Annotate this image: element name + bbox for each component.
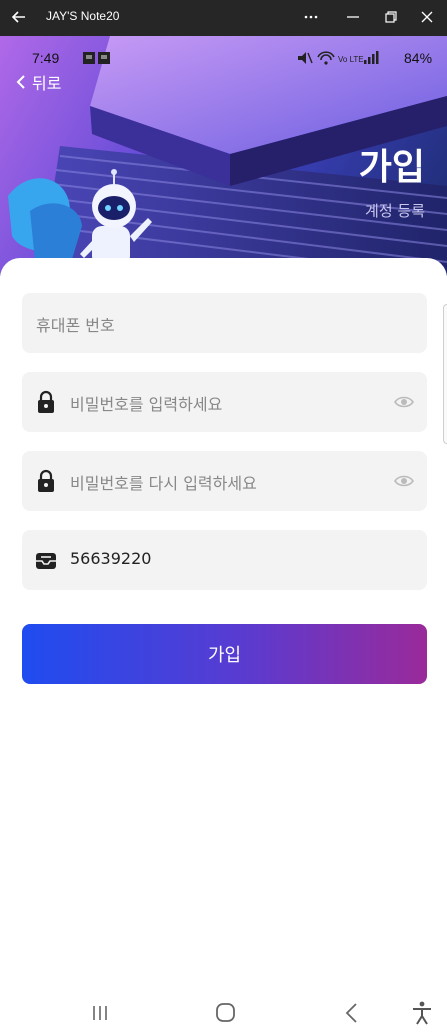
signup-button[interactable]: 가입	[22, 624, 427, 684]
svg-text:Vo LTE: Vo LTE	[338, 55, 364, 64]
lock-icon	[38, 469, 54, 492]
window-back-icon[interactable]	[8, 6, 30, 28]
status-time: 7:49	[32, 50, 60, 66]
lock-icon	[38, 390, 54, 413]
status-bar: 7:49 Vo LTE 84%	[0, 36, 447, 66]
eye-icon[interactable]	[393, 470, 415, 492]
invite-code-value: 56639220	[70, 549, 152, 568]
edge-panel-handle[interactable]	[443, 304, 447, 444]
close-icon[interactable]	[414, 4, 440, 30]
notification-icons	[83, 52, 110, 64]
battery-level: 84%	[404, 50, 433, 66]
recents-icon[interactable]	[86, 1000, 114, 1026]
system-nav-bar	[0, 990, 447, 1035]
inbox-icon	[36, 553, 56, 569]
confirm-password-placeholder: 비밀번호를 다시 입력하세요	[70, 474, 257, 493]
eye-icon[interactable]	[393, 391, 415, 413]
window-title: JAY'S Note20	[46, 9, 120, 23]
home-icon[interactable]	[211, 1000, 239, 1026]
more-icon[interactable]	[298, 4, 324, 30]
accessibility-icon[interactable]	[408, 1000, 436, 1026]
phone-field[interactable]: 휴대폰 번호	[22, 293, 427, 353]
page-subtitle: 계정 등록	[365, 202, 425, 220]
restore-icon[interactable]	[378, 4, 404, 30]
back-button[interactable]: 뒤로	[14, 70, 61, 94]
chevron-left-icon	[16, 75, 25, 89]
invite-code-field[interactable]: 56639220	[22, 530, 427, 590]
back-label: 뒤로	[32, 74, 62, 93]
window-title-bar: JAY'S Note20	[0, 0, 447, 36]
nav-back-icon[interactable]	[338, 1000, 366, 1026]
signal-icons: Vo LTE	[298, 51, 379, 65]
confirm-password-field[interactable]: 비밀번호를 다시 입력하세요	[22, 451, 427, 511]
minimize-icon[interactable]	[340, 4, 366, 30]
password-placeholder: 비밀번호를 입력하세요	[70, 395, 223, 414]
page-title: 가입	[358, 147, 425, 188]
password-field[interactable]: 비밀번호를 입력하세요	[22, 372, 427, 432]
phone-placeholder: 휴대폰 번호	[36, 316, 115, 335]
